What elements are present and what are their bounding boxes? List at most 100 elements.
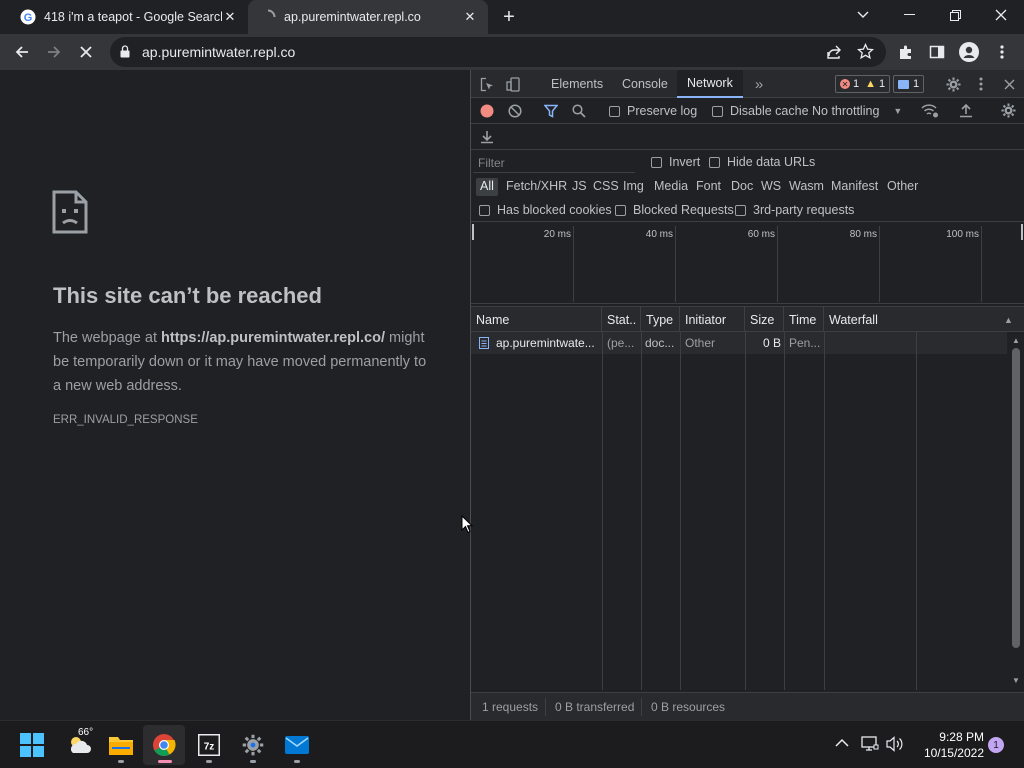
column-initiator[interactable]: Initiator — [680, 307, 745, 332]
type-filter-img[interactable]: Img — [619, 178, 648, 196]
type-filter-fetch-xhr[interactable]: Fetch/XHR — [502, 178, 571, 196]
type-filter-js[interactable]: JS — [568, 178, 591, 196]
close-devtools-icon[interactable] — [997, 70, 1021, 98]
network-toolbar-overflow — [471, 124, 1024, 150]
throttling-select[interactable]: No throttling ▼ — [812, 104, 902, 118]
devtools-menu-icon[interactable] — [969, 70, 993, 98]
column-size[interactable]: Size — [745, 307, 784, 332]
more-tabs-icon[interactable]: » — [747, 70, 771, 98]
volume-icon[interactable] — [886, 736, 904, 755]
type-filter-font[interactable]: Font — [692, 178, 725, 196]
timeline-tick: 20 ms — [543, 229, 571, 240]
messages-badge[interactable]: 1 — [893, 75, 925, 93]
side-panel-icon[interactable] — [923, 38, 951, 66]
type-filter-media[interactable]: Media — [650, 178, 692, 196]
tab-puremintwater[interactable]: ap.puremintwater.repl.co ✕ — [248, 0, 488, 34]
settings-gear-icon[interactable] — [941, 70, 965, 98]
notification-badge[interactable]: 1 — [988, 737, 1004, 753]
type-filter-wasm[interactable]: Wasm — [785, 178, 828, 196]
new-tab-button[interactable]: + — [498, 6, 520, 28]
close-icon[interactable]: ✕ — [222, 9, 238, 25]
blocked-requests-checkbox[interactable]: Blocked Requests — [615, 203, 734, 217]
chrome-menu-icon[interactable] — [988, 38, 1016, 66]
column-type[interactable]: Type — [641, 307, 680, 332]
search-icon[interactable] — [572, 104, 586, 121]
stop-loading-button[interactable] — [72, 38, 100, 66]
tab-search-chevron-icon[interactable] — [840, 0, 886, 30]
extensions-puzzle-icon[interactable] — [892, 38, 920, 66]
invert-checkbox[interactable]: Invert — [651, 155, 700, 169]
bookmark-star-icon[interactable] — [856, 42, 875, 65]
forward-button[interactable] — [40, 38, 68, 66]
tab-strip: G 418 i'm a teapot - Google Search ✕ ap.… — [0, 0, 1024, 34]
hide-data-urls-checkbox[interactable]: Hide data URLs — [709, 155, 815, 169]
timeline-tick: 60 ms — [747, 229, 775, 240]
column-time[interactable]: Time — [784, 307, 824, 332]
column-waterfall[interactable]: Waterfall — [824, 307, 1024, 332]
network-overview-timeline[interactable]: 20 ms 40 ms 60 ms 80 ms 100 ms — [471, 222, 1024, 304]
tab-network[interactable]: Network — [677, 70, 743, 98]
file-explorer-icon[interactable] — [105, 729, 137, 761]
share-icon[interactable] — [826, 44, 842, 65]
third-party-requests-checkbox[interactable]: 3rd-party requests — [735, 203, 854, 217]
request-size: 0 B — [762, 336, 781, 350]
lock-icon[interactable] — [120, 45, 130, 63]
show-hidden-icons-chevron-up-icon[interactable] — [835, 735, 849, 750]
import-har-icon[interactable] — [959, 103, 973, 121]
record-icon[interactable] — [480, 104, 494, 121]
overview-handle-right[interactable] — [1021, 224, 1023, 240]
seven-zip-icon[interactable]: 7z — [193, 729, 225, 761]
requests-scrollbar[interactable]: ▲ ▼ — [1007, 332, 1024, 690]
scroll-thumb[interactable] — [1012, 348, 1020, 648]
request-status: (pe... — [607, 336, 635, 350]
network-settings-icon[interactable] — [1001, 103, 1016, 121]
weather-widget[interactable]: 66° — [62, 727, 98, 761]
address-bar[interactable]: ap.puremintwater.repl.co — [110, 37, 886, 67]
close-window-button[interactable] — [978, 0, 1024, 30]
profile-avatar-icon[interactable] — [955, 38, 983, 66]
network-conditions-icon[interactable] — [921, 103, 939, 122]
type-filter-ws[interactable]: WS — [757, 178, 785, 196]
minimize-button[interactable] — [886, 0, 932, 30]
preserve-log-checkbox[interactable]: Preserve log — [609, 104, 697, 118]
has-blocked-cookies-checkbox[interactable]: Has blocked cookies — [479, 203, 612, 217]
column-name[interactable]: Name — [471, 307, 602, 332]
filter-funnel-icon[interactable] — [543, 104, 559, 121]
mail-icon[interactable] — [281, 729, 313, 761]
filter-input[interactable]: Filter — [473, 153, 635, 173]
type-filter-all[interactable]: All — [476, 178, 498, 196]
device-toolbar-icon[interactable] — [501, 70, 525, 98]
inspect-element-icon[interactable] — [475, 70, 499, 98]
type-filter-css[interactable]: CSS — [589, 178, 623, 196]
scroll-up-icon[interactable]: ▲ — [1012, 336, 1020, 345]
close-icon[interactable]: ✕ — [462, 9, 478, 25]
message-icon — [898, 79, 909, 89]
system-clock[interactable]: 9:28 PM 10/15/2022 — [912, 729, 984, 761]
tab-title: ap.puremintwater.repl.co — [284, 10, 421, 24]
issues-badge[interactable]: ✕ 1 ▲ 1 — [835, 75, 891, 93]
chrome-taskbar-icon[interactable] — [148, 729, 180, 761]
export-har-icon[interactable] — [480, 129, 494, 147]
sort-ascending-icon[interactable]: ▲ — [1004, 315, 1013, 325]
tab-console[interactable]: Console — [612, 70, 678, 98]
settings-taskbar-icon[interactable] — [237, 729, 269, 761]
network-toolbar: Preserve log Disable cache No throttling… — [471, 98, 1024, 124]
type-filter-manifest[interactable]: Manifest — [827, 178, 882, 196]
clear-icon[interactable] — [508, 104, 522, 121]
type-filter-other[interactable]: Other — [883, 178, 922, 196]
column-status[interactable]: Stat.. — [602, 307, 641, 332]
start-button[interactable] — [16, 729, 48, 761]
network-icon[interactable] — [861, 736, 879, 755]
restore-button[interactable] — [932, 0, 978, 30]
disable-cache-checkbox[interactable]: Disable cache — [712, 104, 809, 118]
request-count: 1 requests — [482, 700, 539, 714]
document-icon — [479, 337, 489, 352]
scroll-down-icon[interactable]: ▼ — [1012, 676, 1020, 685]
error-code: ERR_INVALID_RESPONSE — [53, 414, 198, 426]
tab-google-search[interactable]: G 418 i'm a teapot - Google Search ✕ — [8, 0, 248, 34]
table-row[interactable]: ap.puremintwate... (pe... doc... Other 0… — [471, 332, 1007, 354]
type-filter-doc[interactable]: Doc — [727, 178, 757, 196]
tab-elements[interactable]: Elements — [541, 70, 613, 98]
back-button[interactable] — [8, 38, 36, 66]
overview-handle-left[interactable] — [472, 224, 474, 240]
